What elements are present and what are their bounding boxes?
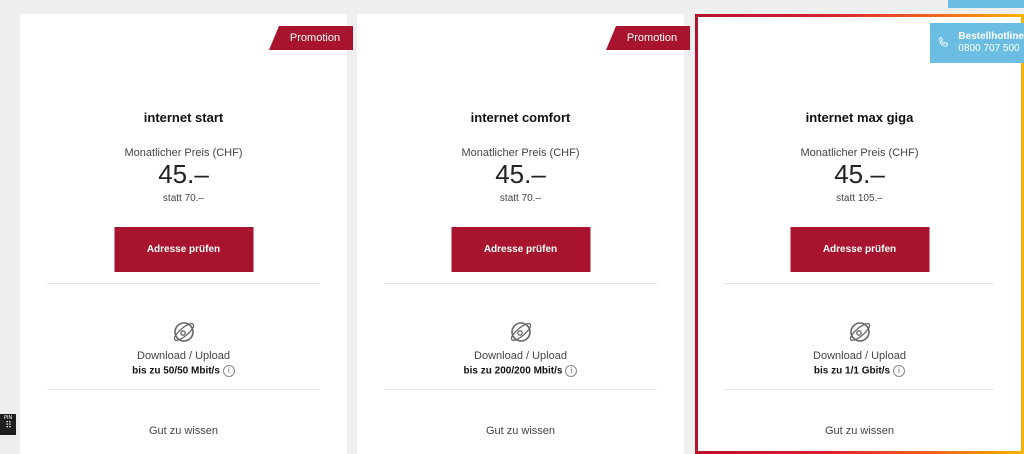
check-address-button[interactable]: Adresse prüfen <box>451 227 590 272</box>
divider <box>384 389 657 390</box>
check-address-button[interactable]: Adresse prüfen <box>114 227 253 272</box>
price-label: Monatlicher Preis (CHF) <box>461 147 580 159</box>
price-value: 45.– <box>495 159 546 189</box>
plan-card-internet-comfort: Promotion internet comfort Monatlicher P… <box>357 14 690 454</box>
globe-icon <box>510 322 531 342</box>
order-hotline-widget[interactable]: Bestellhotline 0800 707 500 <box>930 23 1024 63</box>
check-address-button[interactable]: Adresse prüfen <box>790 227 929 272</box>
hotline-number: 0800 707 500 <box>958 43 1020 54</box>
promotion-badge: Promotion <box>606 26 690 50</box>
divider <box>725 389 994 390</box>
plan-card-internet-max-giga: internet max giga Monatlicher Preis (CHF… <box>695 14 1024 454</box>
phone-icon <box>939 37 948 47</box>
speed-value: bis zu 200/200 Mbit/s <box>463 365 563 377</box>
good-to-know-toggle[interactable]: Gut zu wissen <box>20 425 347 437</box>
promotion-badge: Promotion <box>269 26 353 50</box>
hotline-text: Bestellhotline 0800 707 500 <box>958 31 1024 55</box>
globe-icon <box>173 322 194 342</box>
download-upload-label: Download / Upload <box>813 350 906 362</box>
divider <box>47 389 320 390</box>
good-to-know-toggle[interactable]: Gut zu wissen <box>357 425 684 437</box>
divider <box>47 283 320 284</box>
plan-title: internet max giga <box>805 110 914 125</box>
price-label: Monatlicher Preis (CHF) <box>124 147 243 159</box>
price-value: 45.– <box>834 159 885 189</box>
download-upload-label: Download / Upload <box>137 350 230 362</box>
keypad-icon: ⠿ <box>5 421 12 431</box>
original-price: statt 70.– <box>499 193 542 204</box>
original-price: statt 105.– <box>836 193 883 204</box>
hotline-title: Bestellhotline <box>958 31 1024 42</box>
download-upload-label: Download / Upload <box>474 350 567 362</box>
keypad-button[interactable]: PIN ⠿ <box>0 414 16 435</box>
divider <box>725 283 994 284</box>
price-value: 45.– <box>158 159 209 189</box>
plan-title: internet start <box>143 110 224 125</box>
speed-value-row: bis zu 200/200 Mbit/s i <box>357 365 684 377</box>
speed-value: bis zu 1/1 Gbit/s <box>813 365 891 377</box>
price-label: Monatlicher Preis (CHF) <box>800 147 919 159</box>
hotline-top-strip <box>948 0 1024 8</box>
info-icon[interactable]: i <box>565 365 578 377</box>
info-icon[interactable]: i <box>222 365 235 377</box>
original-price: statt 70.– <box>162 193 205 204</box>
speed-value: bis zu 50/50 Mbit/s <box>132 365 220 377</box>
divider <box>384 283 657 284</box>
plan-title: internet comfort <box>470 110 571 125</box>
plan-card-internet-start: Promotion internet start Monatlicher Pre… <box>20 14 353 454</box>
globe-icon <box>849 322 870 342</box>
speed-value-row: bis zu 50/50 Mbit/s i <box>20 365 347 377</box>
speed-value-row: bis zu 1/1 Gbit/s i <box>698 365 1021 377</box>
good-to-know-toggle[interactable]: Gut zu wissen <box>698 425 1021 437</box>
info-icon[interactable]: i <box>893 365 906 377</box>
